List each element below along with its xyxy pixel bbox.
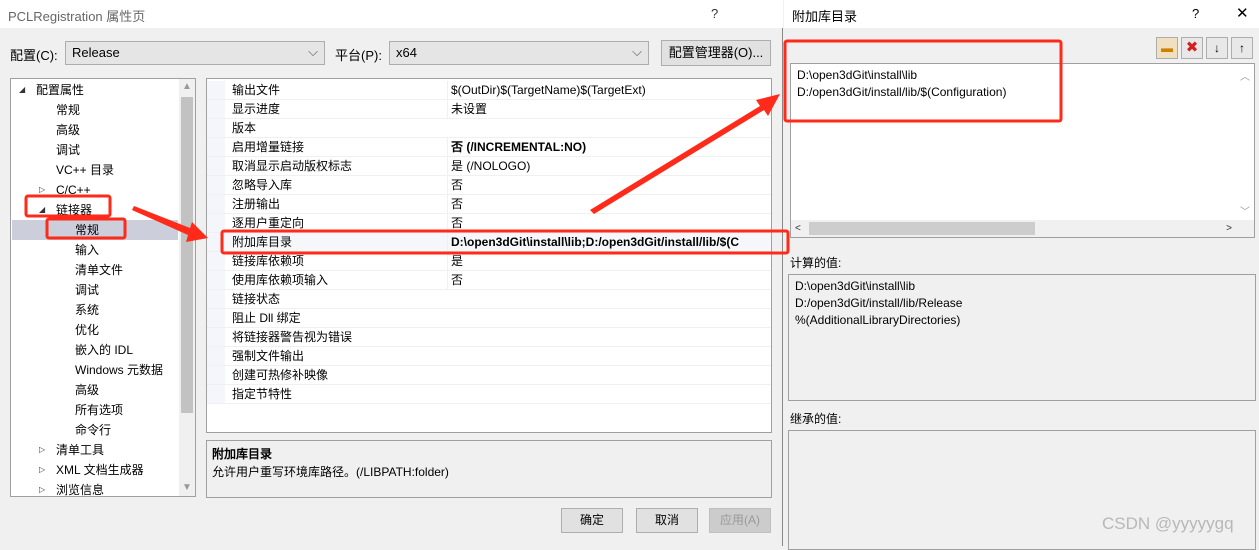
highlight-lib-dirs-row xyxy=(220,229,790,255)
highlight-general xyxy=(45,217,127,240)
highlight-lib-entries xyxy=(783,39,1063,123)
arrow-icon xyxy=(132,206,208,242)
arrow-icon xyxy=(590,94,780,214)
annotation-overlay xyxy=(24,39,1063,255)
highlight-linker xyxy=(24,194,112,218)
